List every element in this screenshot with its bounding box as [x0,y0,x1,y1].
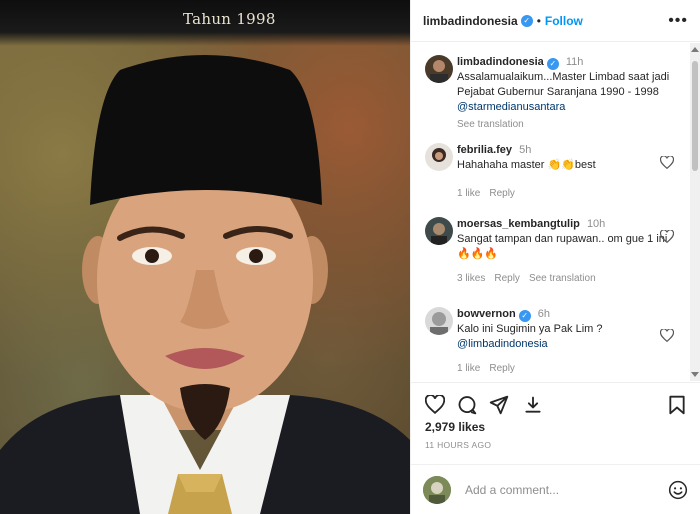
comments-list[interactable]: limbadindonesia ✓ 11h Assalamualaikum...M… [411,43,690,381]
comment-username[interactable]: limbadindonesia [457,56,544,68]
avatar [423,475,451,504]
see-translation-link[interactable]: See translation [457,119,524,130]
comment-time[interactable]: 6h [538,308,550,320]
avatar[interactable] [425,217,453,245]
list-item: moersas_kembangtulip 10h Sangat tampan d… [425,217,684,286]
scrollbar-thumb[interactable] [692,61,698,171]
post-timestamp[interactable]: 11 HOURS AGO [425,440,491,450]
comment-text: Assalamualaikum...Master Limbad saat jad… [457,71,670,98]
comment-text: Kalo ini Sugimin ya Pak Lim ? [457,323,603,335]
comment-username[interactable]: bowvernon [457,308,516,320]
see-translation-link[interactable]: See translation [529,273,596,284]
comment-username[interactable]: moersas_kembangtulip [457,218,580,230]
mention-link[interactable]: @starmedianusantara [457,101,565,113]
heart-icon[interactable] [660,156,674,169]
avatar[interactable] [425,143,453,171]
verified-badge-icon: ✓ [520,14,533,27]
separator-dot: • [536,13,541,28]
comment-composer: Add a comment... [411,464,700,514]
likes-count[interactable]: 1 like [457,363,480,374]
heart-icon[interactable] [660,329,674,342]
list-item: bowvernon ✓ 6h Kalo ini Sugimin ya Pak Li… [425,307,684,376]
verified-badge-icon: ✓ [546,58,559,70]
share-icon[interactable] [489,395,509,415]
list-item: limbadindonesia ✓ 11h Assalamualaikum...M… [425,55,684,132]
reply-link[interactable]: Reply [489,188,515,199]
comment-time[interactable]: 10h [587,218,605,230]
reply-link[interactable]: Reply [494,273,520,284]
comment-time[interactable]: 5h [519,144,531,156]
heart-icon[interactable] [660,230,674,243]
save-icon[interactable] [523,395,543,415]
likes-count[interactable]: 2,979 likes [425,420,485,434]
comment-username[interactable]: febrilia.fey [457,144,512,156]
post-panel: limbadindonesia ✓ • Follow ••• limbadind… [410,0,700,514]
bookmark-icon[interactable] [668,395,686,415]
comments-scrollbar[interactable] [690,43,700,381]
post-header: limbadindonesia ✓ • Follow ••• [411,0,700,42]
emoji-icon[interactable] [668,480,688,500]
comment-text: Sangat tampan dan rupawan.. om gue 1 ini… [457,233,668,260]
likes-count[interactable]: 1 like [457,188,480,199]
reply-link[interactable]: Reply [489,363,515,374]
photo-year-caption: Tahun 1998 [183,10,276,28]
avatar[interactable] [425,55,453,83]
comment-text: Hahahaha master 👏👏best [457,159,596,171]
portrait-illustration [0,55,410,514]
verified-badge-icon: ✓ [518,310,531,322]
avatar[interactable] [425,307,453,335]
scroll-up-icon[interactable] [691,47,699,52]
likes-count[interactable]: 3 likes [457,273,485,284]
heart-icon[interactable] [425,395,445,414]
post-photo[interactable]: Tahun 1998 [0,0,410,514]
follow-button[interactable]: Follow [545,14,583,28]
action-bar [411,382,700,423]
scroll-down-icon[interactable] [691,372,699,377]
mention-link[interactable]: @limbadindonesia [457,338,548,350]
comment-input[interactable]: Add a comment... [465,483,559,497]
comment-icon[interactable] [457,395,477,415]
list-item: febrilia.fey 5h Hahahaha master 👏👏best 1… [425,143,684,201]
comment-time[interactable]: 11h [566,56,584,68]
more-icon[interactable]: ••• [668,12,688,30]
header-username[interactable]: limbadindonesia [423,14,518,28]
